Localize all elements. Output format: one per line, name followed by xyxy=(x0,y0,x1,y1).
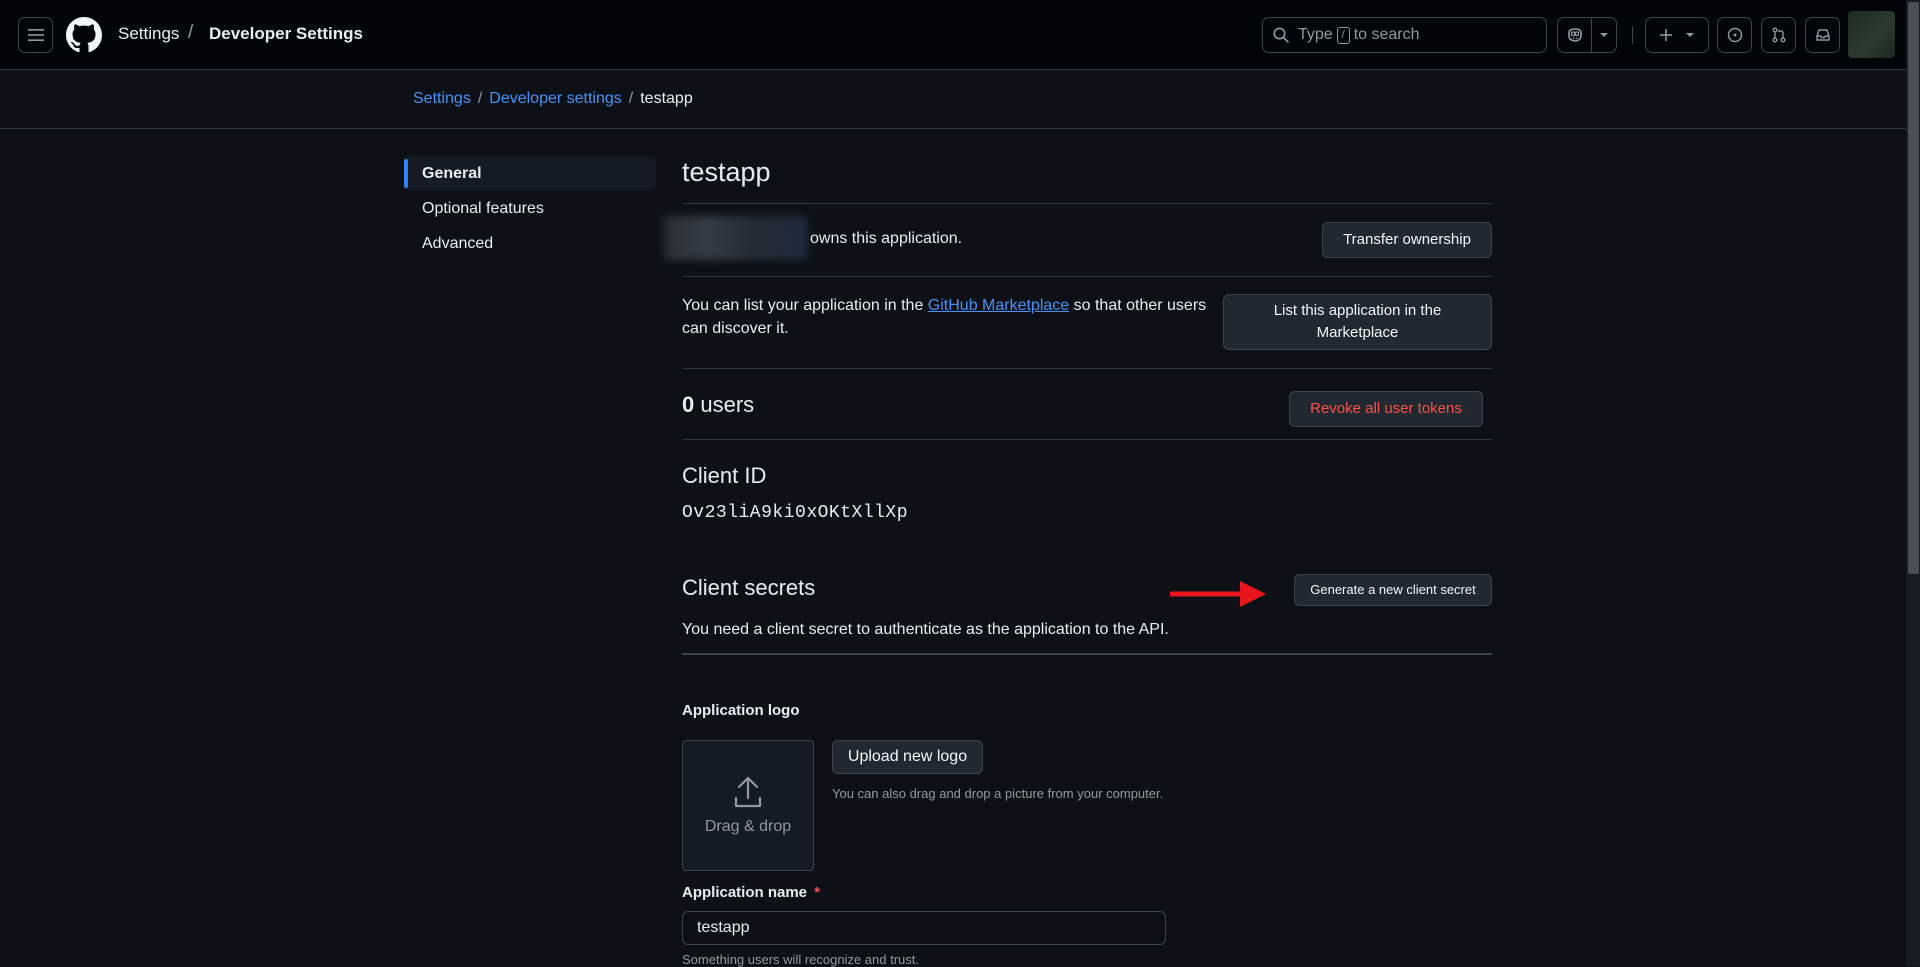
context-subtitle[interactable]: Developer Settings xyxy=(209,24,363,44)
transfer-ownership-button[interactable]: Transfer ownership xyxy=(1322,222,1492,258)
search-icon xyxy=(1273,27,1289,43)
copilot-button[interactable] xyxy=(1557,17,1592,53)
search-input[interactable]: Type / to search xyxy=(1262,17,1547,53)
breadcrumb-separator: / xyxy=(628,90,634,107)
sidebar-item-advanced[interactable]: Advanced xyxy=(404,226,656,261)
hamburger-icon xyxy=(27,29,44,41)
global-header: Settings / Developer Settings Type / to … xyxy=(0,0,1906,70)
settings-sidebar: General Optional features Advanced xyxy=(404,156,656,261)
marketplace-link[interactable]: GitHub Marketplace xyxy=(928,297,1069,314)
issues-icon xyxy=(1727,27,1742,43)
upload-new-logo-button[interactable]: Upload new logo xyxy=(832,740,983,774)
inbox-button[interactable] xyxy=(1805,17,1840,53)
menu-button[interactable] xyxy=(18,17,53,53)
copilot-icon xyxy=(1567,28,1582,42)
users-count-heading: 0 users xyxy=(682,392,754,418)
application-name-label: Application name * xyxy=(682,884,820,901)
users-label: users xyxy=(700,392,755,417)
search-suffix: to search xyxy=(1353,26,1420,43)
application-logo-label: Application logo xyxy=(682,702,800,719)
divider xyxy=(682,653,1492,655)
application-name-input[interactable]: testapp xyxy=(682,911,1166,945)
upload-hint: You can also drag and drop a picture fro… xyxy=(832,786,1164,801)
marketplace-text: You can list your application in the Git… xyxy=(682,294,1222,340)
context-separator: / xyxy=(188,22,194,43)
chevron-down-icon xyxy=(1600,33,1608,37)
owner-text: owns this application. xyxy=(810,230,963,247)
owner-avatar-redacted xyxy=(664,216,808,260)
plus-icon xyxy=(1660,29,1672,41)
pull-requests-button[interactable] xyxy=(1761,17,1796,53)
pull-requests-icon xyxy=(1772,27,1785,43)
logo-drop-zone[interactable]: Drag & drop xyxy=(682,740,814,871)
list-in-marketplace-button[interactable]: List this application in the Marketplace xyxy=(1223,294,1492,350)
client-secrets-heading: Client secrets xyxy=(682,575,816,600)
issues-button[interactable] xyxy=(1717,17,1752,53)
users-count: 0 xyxy=(682,392,695,417)
application-name-hint: Something users will recognize and trust… xyxy=(682,952,920,967)
generate-client-secret-button[interactable]: Generate a new client secret xyxy=(1294,574,1492,606)
divider xyxy=(682,276,1492,277)
breadcrumb-settings[interactable]: Settings xyxy=(413,90,471,107)
client-secret-description: You need a client secret to authenticate… xyxy=(682,621,1169,638)
divider xyxy=(682,203,1492,204)
client-id-value: Ov23liA9ki0xOKtXllXp xyxy=(682,503,909,523)
breadcrumb-bar: Settings / Developer settings / testapp xyxy=(0,70,1906,129)
drag-drop-label: Drag & drop xyxy=(704,817,792,835)
marketplace-text-pre: You can list your application in the xyxy=(682,297,924,314)
sidebar-item-general[interactable]: General xyxy=(404,156,656,191)
search-prefix: Type xyxy=(1298,26,1333,43)
chevron-down-icon xyxy=(1686,33,1694,37)
divider xyxy=(682,439,1492,440)
context-title[interactable]: Settings xyxy=(118,24,179,44)
client-id-heading: Client ID xyxy=(682,463,767,488)
header-divider xyxy=(1632,26,1633,44)
upload-icon xyxy=(734,776,762,807)
divider xyxy=(682,368,1492,369)
inbox-icon xyxy=(1815,29,1830,41)
breadcrumb-developer-settings[interactable]: Developer settings xyxy=(489,90,622,107)
breadcrumb-separator: / xyxy=(477,90,483,107)
avatar[interactable] xyxy=(1848,11,1895,58)
create-new-button[interactable] xyxy=(1645,17,1709,53)
sidebar-item-optional-features[interactable]: Optional features xyxy=(404,191,656,226)
required-marker: * xyxy=(814,884,821,901)
application-name-label-text: Application name xyxy=(682,884,808,901)
breadcrumb-current: testapp xyxy=(640,90,693,107)
page-title: testapp xyxy=(682,157,771,187)
breadcrumb: Settings / Developer settings / testapp xyxy=(413,90,693,108)
scrollbar-thumb[interactable] xyxy=(1908,2,1919,574)
copilot-menu-button[interactable] xyxy=(1591,17,1617,53)
search-shortcut-key: / xyxy=(1336,26,1350,44)
revoke-all-user-tokens-button[interactable]: Revoke all user tokens xyxy=(1289,391,1483,427)
github-logo[interactable] xyxy=(66,17,102,53)
annotation-arrow-icon xyxy=(1170,581,1266,607)
